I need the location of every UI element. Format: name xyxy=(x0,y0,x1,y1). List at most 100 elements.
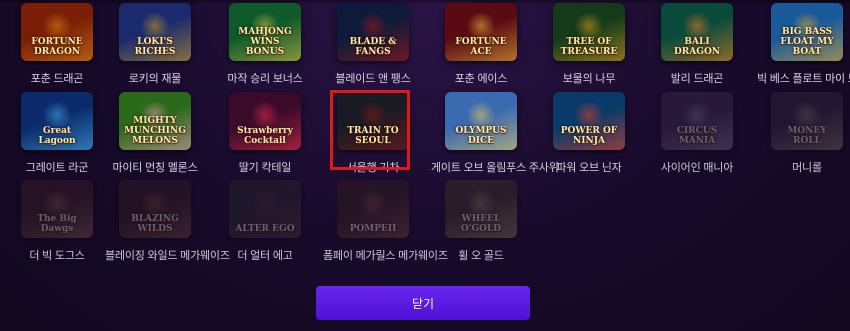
game-tile[interactable]: MONEY ROLL 머니롤 xyxy=(757,92,850,175)
game-thumbnail[interactable]: BLADE & FANGS xyxy=(337,3,409,61)
game-tile[interactable]: The Big Dawgs 더 빅 도그스 xyxy=(7,180,107,263)
game-logo-text: Strawberry Cocktail xyxy=(237,126,293,146)
game-logo-text: CIRCUS MANIA xyxy=(676,126,718,146)
game-tile[interactable]: FORTUNE ACE 포춘 에이스 xyxy=(431,3,531,86)
game-thumbnail[interactable]: The Big Dawgs xyxy=(21,180,93,238)
game-tile[interactable]: TREE OF TREASURE 보물의 나무 xyxy=(539,3,639,86)
game-tile[interactable]: Great Lagoon 그레이트 라군 xyxy=(7,92,107,175)
game-title: 블레이드 앤 팽스 xyxy=(335,73,411,85)
game-logo-text: BALI DRAGON xyxy=(673,37,721,57)
game-logo-text: Great Lagoon xyxy=(38,126,76,146)
game-title: 블레이징 와일드 메가웨이즈 xyxy=(105,250,230,262)
game-thumbnail[interactable]: Strawberry Cocktail xyxy=(229,92,301,150)
game-title: 딸기 칵테일 xyxy=(238,162,292,174)
game-tile[interactable]: BLADE & FANGS 블레이드 앤 팽스 xyxy=(323,3,423,86)
game-thumbnail[interactable]: POMPEII xyxy=(337,180,409,238)
game-logo-text: ALTER EGO xyxy=(235,224,295,234)
game-thumbnail[interactable]: FORTUNE DRAGON xyxy=(21,3,93,61)
game-thumbnail[interactable]: OLYMPUS DICE xyxy=(445,92,517,150)
game-logo-text: The Big Dawgs xyxy=(37,214,77,234)
game-logo-text: BLADE & FANGS xyxy=(349,37,397,57)
thumbnail-glow xyxy=(681,102,713,128)
game-title: 포춘 드래곤 xyxy=(30,73,84,85)
thumbnail-glow xyxy=(465,102,497,128)
thumbnail-glow xyxy=(573,13,605,39)
game-thumbnail[interactable]: FORTUNE ACE xyxy=(445,3,517,61)
game-tile[interactable]: MAHJONG WINS BONUS 마작 승리 보너스 xyxy=(215,3,315,86)
game-logo-text: TREE OF TREASURE xyxy=(560,37,618,57)
game-title: 휠 오 골드 xyxy=(458,250,504,262)
game-thumbnail[interactable]: MAHJONG WINS BONUS xyxy=(229,3,301,61)
thumbnail-glow xyxy=(139,190,171,216)
game-tile[interactable]: OLYMPUS DICE 게이트 오브 올림푸스 주사위 xyxy=(431,92,559,175)
game-tile[interactable]: Strawberry Cocktail 딸기 칵테일 xyxy=(215,92,315,175)
thumbnail-glow xyxy=(465,190,497,216)
game-logo-text: LOKI'S RICHES xyxy=(134,37,176,57)
thumbnail-glow xyxy=(249,102,281,128)
game-tile[interactable]: LOKI'S RICHES 로키의 재물 xyxy=(105,3,205,86)
game-title: 더 얼터 에고 xyxy=(237,250,293,262)
game-thumbnail[interactable]: LOKI'S RICHES xyxy=(119,3,191,61)
game-title: 더 빅 도그스 xyxy=(29,250,85,262)
game-thumbnail[interactable]: Great Lagoon xyxy=(21,92,93,150)
game-grid: FORTUNE DRAGON 포춘 드래곤 LOKI'S RICHES 로키의 재물 M… xyxy=(0,0,850,331)
game-title: 그레이트 라군 xyxy=(25,162,89,174)
game-thumbnail[interactable]: BIG BASS FLOAT MY BOAT xyxy=(771,3,843,61)
game-tile[interactable]: ALTER EGO 더 얼터 에고 xyxy=(215,180,315,263)
game-title: 마작 승리 보너스 xyxy=(227,73,303,85)
thumbnail-glow xyxy=(465,13,497,39)
game-logo-text: FORTUNE DRAGON xyxy=(31,37,83,57)
game-title: 빅 베스 플로트 마이 보트 xyxy=(757,73,850,85)
game-thumbnail[interactable]: CIRCUS MANIA xyxy=(661,92,733,150)
game-logo-text: OLYMPUS DICE xyxy=(455,126,507,146)
game-title: 파워 오브 닌자 xyxy=(556,162,622,174)
game-logo-text: BLAZING WILDS xyxy=(131,214,179,234)
game-logo-text: BIG BASS FLOAT MY BOAT xyxy=(780,27,834,57)
game-thumbnail[interactable]: TREE OF TREASURE xyxy=(553,3,625,61)
thumbnail-glow xyxy=(681,13,713,39)
game-title: 발리 드래곤 xyxy=(670,73,724,85)
game-title: 사이어인 매니아 xyxy=(660,162,734,174)
thumbnail-glow xyxy=(791,102,823,128)
thumbnail-glow xyxy=(41,13,73,39)
thumbnail-glow xyxy=(573,102,605,128)
game-tile[interactable]: WHEEL O'GOLD 휠 오 골드 xyxy=(431,180,531,263)
game-tile[interactable]: FORTUNE DRAGON 포춘 드래곤 xyxy=(7,3,107,86)
thumbnail-glow xyxy=(41,102,73,128)
game-thumbnail[interactable]: MIGHTY MUNCHING MELONS xyxy=(119,92,191,150)
game-tile[interactable]: MIGHTY MUNCHING MELONS 마이티 먼칭 멜론스 xyxy=(105,92,205,175)
game-tile[interactable]: POMPEII 폼페이 메가릴스 메가웨이즈 xyxy=(323,180,448,263)
game-title: 보물의 나무 xyxy=(562,73,616,85)
game-logo-text: POWER OF NINJA xyxy=(560,126,618,146)
game-title: 폼페이 메가릴스 메가웨이즈 xyxy=(323,250,448,262)
game-thumbnail[interactable]: WHEEL O'GOLD xyxy=(445,180,517,238)
thumbnail-glow xyxy=(249,190,281,216)
game-tile[interactable]: POWER OF NINJA 파워 오브 닌자 xyxy=(539,92,639,175)
close-button[interactable]: 닫기 xyxy=(316,286,530,320)
game-title: 로키의 재물 xyxy=(128,73,182,85)
game-title: 마이티 먼칭 멜론스 xyxy=(112,162,198,174)
selected-game-highlight xyxy=(330,90,410,170)
game-logo-text: WHEEL O'GOLD xyxy=(460,214,502,234)
game-thumbnail[interactable]: MONEY ROLL xyxy=(771,92,843,150)
game-title: 포춘 에이스 xyxy=(454,73,508,85)
game-thumbnail[interactable]: BLAZING WILDS xyxy=(119,180,191,238)
game-thumbnail[interactable]: BALI DRAGON xyxy=(661,3,733,61)
game-logo-text: MONEY ROLL xyxy=(787,126,827,146)
thumbnail-glow xyxy=(41,190,73,216)
thumbnail-glow xyxy=(357,13,389,39)
game-tile[interactable]: CIRCUS MANIA 사이어인 매니아 xyxy=(647,92,747,175)
game-tile[interactable]: BIG BASS FLOAT MY BOAT 빅 베스 플로트 마이 보트 xyxy=(757,3,850,86)
game-logo-text: FORTUNE ACE xyxy=(455,37,507,57)
game-thumbnail[interactable]: POWER OF NINJA xyxy=(553,92,625,150)
game-logo-text: POMPEII xyxy=(349,224,397,234)
game-logo-text: MIGHTY MUNCHING MELONS xyxy=(124,116,186,146)
game-tile[interactable]: BLAZING WILDS 블레이징 와일드 메가웨이즈 xyxy=(105,180,230,263)
game-title: 게이트 오브 올림푸스 주사위 xyxy=(431,162,559,174)
game-logo-text: MAHJONG WINS BONUS xyxy=(238,27,292,57)
thumbnail-glow xyxy=(139,13,171,39)
game-thumbnail[interactable]: ALTER EGO xyxy=(229,180,301,238)
game-title: 머니롤 xyxy=(792,162,822,174)
thumbnail-glow xyxy=(357,190,389,216)
game-tile[interactable]: BALI DRAGON 발리 드래곤 xyxy=(647,3,747,86)
